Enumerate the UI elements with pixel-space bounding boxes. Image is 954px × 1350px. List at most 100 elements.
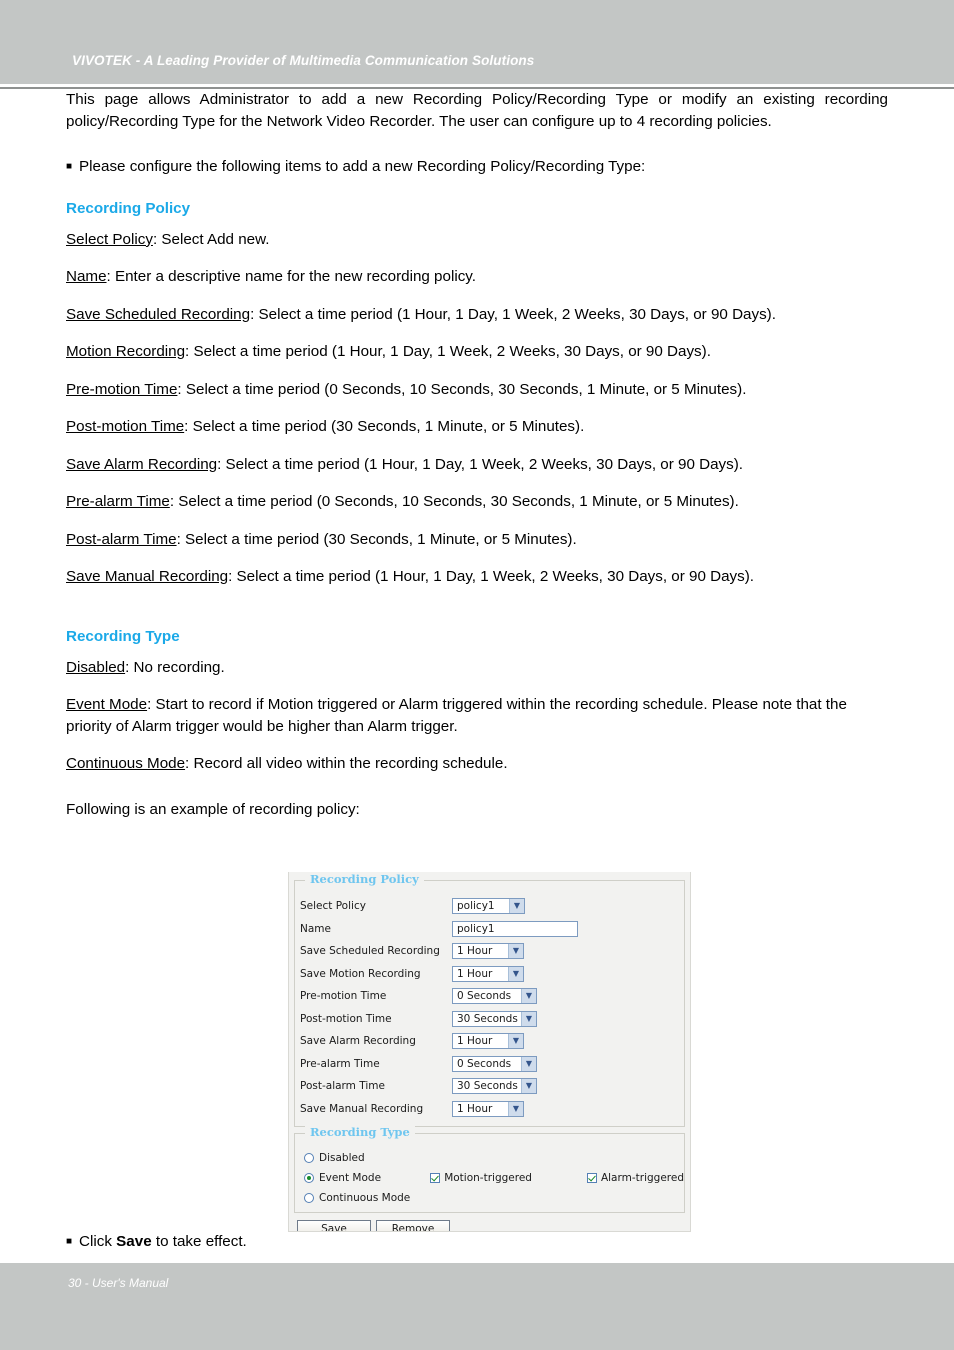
term-label: Disabled [66, 658, 126, 676]
term-desc: : Enter a descriptive name for the new r… [106, 268, 476, 285]
radio-option-continuous-mode[interactable]: Continuous Mode [295, 1188, 684, 1208]
term-label: Save Scheduled Recording [66, 305, 251, 323]
click-save-suffix: to take effect. [151, 1233, 247, 1250]
chevron-down-icon: ▼ [521, 1079, 536, 1094]
type-item-event-mode: Event Mode: Start to record if Motion tr… [66, 694, 888, 737]
radio-label: Event Mode [319, 1172, 382, 1184]
policy-item-post-alarm-time: Post-alarm Time: Select a time period (3… [66, 529, 888, 551]
term-label: Select Policy [66, 230, 153, 248]
chevron-down-icon: ▼ [509, 899, 524, 914]
term-label: Post-motion Time [66, 418, 185, 435]
header-title: VIVOTEK - A Leading Provider of Multimed… [72, 53, 535, 68]
select-policy-dropdown[interactable]: policy1 ▼ [452, 898, 525, 915]
term-desc: : Select a time period (1 Hour, 1 Day, 1… [185, 343, 711, 360]
policy-item-pre-alarm-time: Pre-alarm Time: Select a time period (0 … [66, 491, 888, 513]
name-input[interactable]: policy1 [452, 920, 578, 937]
checkbox-checked-icon[interactable] [586, 1173, 597, 1183]
select-value: policy1 [457, 900, 495, 913]
radio-option-event-mode[interactable]: Event Mode Motion-triggered Alarm-trigge… [295, 1168, 684, 1188]
bullet-intro-text: Please configure the following items to … [79, 158, 646, 175]
field-label: Pre-motion Time [300, 990, 387, 1003]
chevron-down-icon: ▼ [521, 989, 536, 1004]
field-label: Select Policy [300, 900, 366, 913]
policy-item-post-motion-time: Post-motion Time: Select a time period (… [66, 416, 888, 438]
form-button-row: Save Remove [289, 1213, 690, 1231]
form-row-save-alarm-recording: Save Alarm Recording 1 Hour ▼ [295, 1030, 684, 1053]
term-label: Post-alarm Time [66, 530, 177, 548]
checkbox-alarm-triggered[interactable]: Alarm-triggered [586, 1172, 684, 1184]
radio-icon[interactable] [304, 1193, 314, 1203]
term-desc: : Select a time period (30 Seconds, 1 Mi… [176, 530, 577, 548]
field-label: Save Motion Recording [300, 967, 421, 980]
recording-policy-fieldset: Recording Policy Select Policy policy1 ▼… [294, 872, 685, 1127]
term-label: Continuous Mode [66, 755, 186, 772]
save-motion-recording-dropdown[interactable]: 1 Hour ▼ [452, 965, 524, 982]
field-label: Name [300, 922, 331, 935]
intro-paragraph: This page allows Administrator to add a … [66, 91, 888, 130]
select-value: 30 Seconds [457, 1080, 518, 1093]
checkbox-motion-triggered[interactable]: Motion-triggered [430, 1172, 532, 1184]
remove-button[interactable]: Remove [376, 1220, 450, 1231]
form-row-post-motion-time: Post-motion Time 30 Seconds ▼ [295, 1008, 684, 1031]
chevron-down-icon: ▼ [508, 1101, 523, 1116]
select-value: 0 Seconds [457, 1057, 512, 1070]
term-desc: : No recording. [125, 658, 225, 676]
checkbox-label: Motion-triggered [444, 1172, 532, 1184]
recording-type-fieldset: Recording Type Disabled Event Mode Motio… [294, 1125, 685, 1213]
policy-item-save-scheduled-recording: Save Scheduled Recording: Select a time … [66, 304, 888, 326]
type-item-continuous-mode: Continuous Mode: Record all video within… [66, 753, 888, 775]
select-value: 1 Hour [457, 1102, 493, 1115]
policy-item-save-manual-recording: Save Manual Recording: Select a time per… [66, 566, 888, 588]
term-desc: : Select a time period (30 Seconds, 1 Mi… [184, 418, 585, 435]
select-value: 1 Hour [457, 967, 493, 980]
term-label: Save Manual Recording [66, 568, 229, 585]
term-label: Event Mode [66, 696, 148, 713]
post-alarm-time-dropdown[interactable]: 30 Seconds ▼ [452, 1078, 537, 1095]
policy-item-motion-recording: Motion Recording: Select a time period (… [66, 341, 888, 363]
term-label: Save Alarm Recording [66, 455, 218, 473]
radio-option-disabled[interactable]: Disabled [295, 1148, 684, 1168]
select-value: 1 Hour [457, 1035, 493, 1048]
form-row-pre-alarm-time: Pre-alarm Time 0 Seconds ▼ [295, 1053, 684, 1076]
save-alarm-recording-dropdown[interactable]: 1 Hour ▼ [452, 1033, 524, 1050]
chevron-down-icon: ▼ [521, 1056, 536, 1071]
term-desc: : Select a time period (0 Seconds, 10 Se… [177, 380, 747, 398]
policy-item-pre-motion-time: Pre-motion Time: Select a time period (0… [66, 379, 888, 401]
field-label: Save Alarm Recording [300, 1035, 416, 1048]
term-label: Name [66, 268, 107, 285]
radio-selected-icon[interactable] [304, 1173, 314, 1183]
field-label: Post-motion Time [300, 1012, 392, 1025]
pre-alarm-time-dropdown[interactable]: 0 Seconds ▼ [452, 1055, 537, 1072]
pre-motion-time-dropdown[interactable]: 0 Seconds ▼ [452, 988, 537, 1005]
footer-page-label: 30 - User's Manual [68, 1276, 169, 1290]
field-label: Save Scheduled Recording [300, 945, 440, 958]
save-button[interactable]: Save [297, 1220, 371, 1231]
click-save-note: ■ Click Save to take effect. [66, 1233, 247, 1250]
chevron-down-icon: ▼ [508, 1034, 523, 1049]
checkbox-checked-icon[interactable] [430, 1173, 441, 1183]
square-bullet-icon: ■ [66, 161, 73, 172]
term-label: Motion Recording [66, 343, 186, 360]
policy-item-name: Name: Enter a descriptive name for the n… [66, 266, 888, 288]
example-caption: Following is an example of recording pol… [66, 800, 360, 818]
form-row-save-scheduled-recording: Save Scheduled Recording 1 Hour ▼ [295, 940, 684, 963]
radio-icon[interactable] [304, 1153, 314, 1163]
post-motion-time-dropdown[interactable]: 30 Seconds ▼ [452, 1010, 537, 1027]
section-heading-recording-type: Recording Type [66, 627, 180, 645]
term-label: Pre-motion Time [66, 380, 178, 398]
term-desc: : Select a time period (1 Hour, 1 Day, 1… [250, 305, 776, 323]
field-label: Pre-alarm Time [300, 1057, 380, 1070]
form-row-save-motion-recording: Save Motion Recording 1 Hour ▼ [295, 963, 684, 986]
form-row-name: Name policy1 [295, 918, 684, 941]
term-desc: : Select a time period (1 Hour, 1 Day, 1… [228, 568, 754, 585]
field-label: Save Manual Recording [300, 1102, 424, 1115]
save-manual-recording-dropdown[interactable]: 1 Hour ▼ [452, 1100, 524, 1117]
bullet-intro-line: ■ Please configure the following items to… [66, 156, 888, 178]
chevron-down-icon: ▼ [508, 966, 523, 981]
click-save-prefix: Click [79, 1233, 117, 1250]
form-row-save-manual-recording: Save Manual Recording 1 Hour ▼ [295, 1098, 684, 1121]
radio-label: Continuous Mode [319, 1192, 411, 1204]
save-scheduled-recording-dropdown[interactable]: 1 Hour ▼ [452, 943, 524, 960]
type-item-disabled: Disabled: No recording. [66, 657, 888, 679]
term-desc: : Start to record if Motion triggered or… [66, 696, 847, 735]
